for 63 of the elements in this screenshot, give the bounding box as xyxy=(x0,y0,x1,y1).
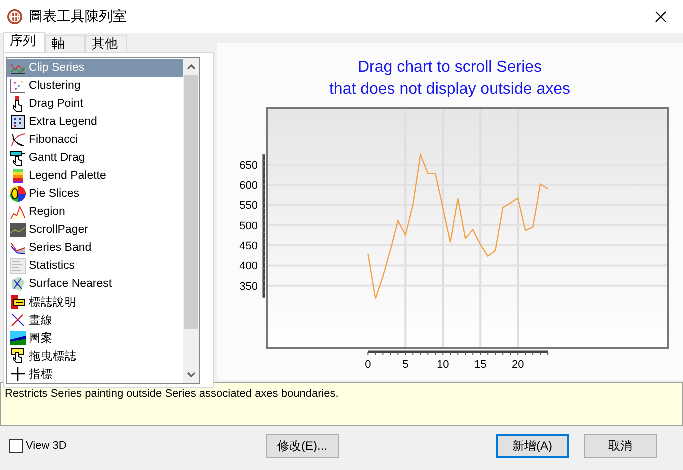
list-item[interactable]: Region xyxy=(7,203,183,221)
callout-icon xyxy=(10,294,26,310)
window-title: 圖表工具陳列室 xyxy=(29,8,128,26)
chevron-up-icon[interactable] xyxy=(186,64,196,70)
list-item[interactable]: 標誌說明 xyxy=(7,293,183,311)
list-item[interactable]: 畫線 xyxy=(7,311,183,329)
list-item[interactable]: 拖曳標誌 xyxy=(7,347,183,365)
description-text: Restricts Series painting outside Series associated axes boundaries. xyxy=(0,382,683,426)
area-chart-icon xyxy=(10,204,26,220)
dialog-button[interactable]: 修改(E)... xyxy=(266,434,339,458)
y-tick-label: 450 xyxy=(240,240,258,253)
chevron-down-icon[interactable] xyxy=(186,372,196,378)
list-item[interactable]: Fibonacci xyxy=(7,131,183,149)
drag-marker-icon xyxy=(10,348,26,364)
gantt-bar-icon xyxy=(10,150,26,166)
x-tick-label: 0 xyxy=(365,359,372,371)
band-chart-icon xyxy=(10,240,26,256)
y-tick-label: 650 xyxy=(240,160,258,172)
list-item[interactable]: Legend Palette xyxy=(7,167,183,185)
y-tick-label: 600 xyxy=(240,180,258,192)
list-item[interactable]: Pie Slices xyxy=(7,185,183,203)
scatter-icon xyxy=(10,78,26,94)
dark-panel-icon xyxy=(10,222,26,238)
list-item[interactable]: 指標 xyxy=(7,365,183,383)
x-tick-label: 10 xyxy=(437,359,450,371)
close-icon[interactable] xyxy=(655,10,667,22)
color-palette-icon xyxy=(10,168,26,184)
crossed-lines-icon xyxy=(10,312,26,328)
view-3d-checkbox[interactable] xyxy=(9,439,23,453)
pie-chart-icon xyxy=(10,186,26,202)
crosshair-icon xyxy=(10,366,26,382)
list-item[interactable]: Statistics xyxy=(7,257,183,275)
chart-title: that does not display outside axes xyxy=(329,80,571,100)
y-tick-label: 550 xyxy=(240,200,258,212)
y-tick-label: 350 xyxy=(240,280,258,293)
table-icon xyxy=(10,258,26,274)
checkbox-label: View 3D xyxy=(26,440,67,452)
x-tick-label: 5 xyxy=(402,359,409,371)
tab[interactable]: 序列 xyxy=(3,32,45,52)
scrollbar[interactable] xyxy=(183,58,199,383)
x-tick-label: 20 xyxy=(512,359,524,371)
list-item[interactable]: ScrollPager xyxy=(7,221,183,239)
tab[interactable]: 其他 xyxy=(85,35,127,52)
dialog-button[interactable]: 新增(A) xyxy=(496,434,569,458)
list-item[interactable]: Surface Nearest xyxy=(7,275,183,293)
legend-grid-icon xyxy=(10,114,26,130)
x-tick-label: 15 xyxy=(474,359,487,371)
surface-icon xyxy=(10,276,26,292)
chart-title: Drag chart to scroll Series xyxy=(358,58,542,78)
landscape-icon xyxy=(10,330,26,346)
list-item[interactable]: Drag Point xyxy=(7,95,183,113)
y-tick-label: 400 xyxy=(240,260,258,273)
list-item[interactable]: Gantt Drag xyxy=(7,149,183,167)
globe-logo-icon xyxy=(7,8,23,24)
tab[interactable]: 軸 xyxy=(45,35,85,52)
list-item[interactable]: Clustering xyxy=(7,77,183,95)
list-item[interactable]: Extra Legend xyxy=(7,113,183,131)
scrollbar-thumb[interactable] xyxy=(184,75,198,329)
list-item[interactable]: Series Band xyxy=(7,239,183,257)
list-item[interactable]: 圖案 xyxy=(7,329,183,347)
arcs-icon xyxy=(10,132,26,148)
y-tick-label: 500 xyxy=(240,220,258,232)
dialog-button[interactable]: 取消 xyxy=(584,434,657,458)
